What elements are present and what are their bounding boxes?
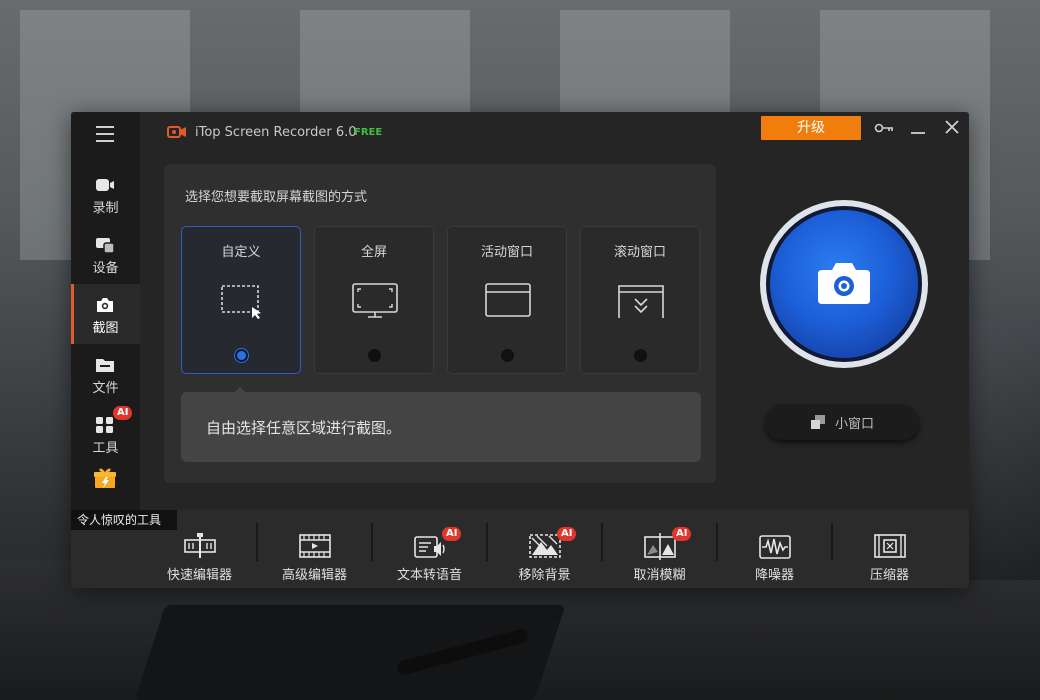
app-title: iTop Screen Recorder 6.0 — [195, 125, 357, 140]
ai-badge: AI — [557, 527, 577, 541]
mini-window-icon — [811, 415, 825, 429]
devices-icon — [96, 238, 115, 254]
tool-label: 取消模糊 — [633, 568, 686, 583]
tool-compressor[interactable]: 压缩器 — [832, 510, 947, 588]
advanced-editor-icon — [299, 534, 331, 558]
video-camera-icon — [96, 179, 114, 191]
camera-icon — [818, 263, 870, 304]
tool-advanced-editor[interactable]: 高级编辑器 — [257, 510, 372, 588]
sidebar-item-label: 文件 — [92, 381, 119, 396]
remove-background-icon — [529, 534, 561, 558]
tooltip: 令人惊叹的工具 — [71, 510, 177, 530]
mode-label: 活动窗口 — [480, 245, 533, 260]
edition-badge: FREE — [354, 127, 383, 138]
scrolling-window-icon — [618, 285, 664, 318]
mode-label: 自定义 — [221, 245, 261, 260]
mini-window-label: 小窗口 — [835, 417, 875, 432]
sidebar: 录制 设备 截图 文件 AI 工具 — [71, 112, 140, 510]
mode-custom[interactable]: 自定义 — [181, 226, 301, 374]
tools-grid-icon — [96, 417, 113, 433]
sidebar-item-devices[interactable]: 设备 — [71, 224, 140, 284]
sidebar-item-gift[interactable] — [71, 460, 140, 500]
mode-label: 全屏 — [360, 245, 387, 260]
sidebar-item-label: 设备 — [92, 261, 119, 276]
mode-radio[interactable] — [634, 349, 647, 362]
mode-scrolling-window[interactable]: 滚动窗口 — [580, 226, 700, 374]
key-icon[interactable] — [873, 118, 895, 138]
capture-button[interactable] — [760, 200, 928, 368]
sidebar-item-record[interactable]: 录制 — [71, 164, 140, 224]
tool-unblur[interactable]: AI 取消模糊 — [602, 510, 717, 588]
sidebar-item-tools[interactable]: AI 工具 — [71, 404, 140, 464]
mode-description-text: 自由选择任意区域进行截图。 — [206, 419, 402, 437]
minimize-icon[interactable] — [907, 118, 929, 138]
menu-icon[interactable] — [96, 126, 114, 142]
app-logo-icon — [167, 126, 186, 138]
compressor-icon — [874, 534, 906, 558]
screenshot-mode-panel: 选择您想要截取屏幕截图的方式 自定义 全屏 活动窗口 滚动窗口 自由选择任意区域… — [164, 164, 716, 483]
tool-label: 压缩器 — [869, 568, 909, 583]
mode-active-window[interactable]: 活动窗口 — [447, 226, 567, 374]
custom-region-icon — [221, 285, 261, 319]
mode-full-screen[interactable]: 全屏 — [314, 226, 434, 374]
active-window-icon — [485, 283, 531, 317]
ai-badge: AI — [672, 527, 692, 541]
tool-label: 高级编辑器 — [281, 568, 347, 583]
ai-badge: AI — [113, 406, 133, 420]
tool-label: 降噪器 — [754, 568, 794, 583]
mode-label: 滚动窗口 — [613, 245, 666, 260]
full-screen-icon — [352, 283, 398, 318]
upgrade-button[interactable]: 升级 — [761, 116, 861, 140]
unblur-icon — [644, 533, 676, 560]
tool-remove-background[interactable]: AI 移除背景 — [487, 510, 602, 588]
text-to-speech-icon — [414, 536, 445, 558]
sidebar-item-label: 录制 — [92, 201, 119, 216]
gift-icon — [94, 468, 116, 488]
tools-toolbar: 快速编辑器 高级编辑器 AI 文本转语音 AI 移除背景 AI 取消模糊 降噪器… — [71, 510, 969, 588]
denoiser-icon — [759, 535, 791, 559]
tool-label: 快速编辑器 — [166, 568, 232, 583]
mini-window-button[interactable]: 小窗口 — [765, 404, 919, 440]
tool-label: 文本转语音 — [396, 568, 462, 583]
tool-text-to-speech[interactable]: AI 文本转语音 — [372, 510, 487, 588]
sidebar-item-files[interactable]: 文件 — [71, 344, 140, 404]
tool-denoiser[interactable]: 降噪器 — [717, 510, 832, 588]
mode-radio[interactable] — [235, 349, 248, 362]
mode-radio[interactable] — [368, 349, 381, 362]
mode-description: 自由选择任意区域进行截图。 — [181, 392, 701, 462]
quick-editor-icon — [184, 533, 216, 558]
tool-label: 移除背景 — [518, 568, 571, 583]
folder-icon — [96, 359, 114, 372]
app-window: 录制 设备 截图 文件 AI 工具 令人惊叹的工具 iTop Screen Re… — [71, 112, 969, 588]
close-icon[interactable] — [941, 118, 963, 138]
camera-icon — [97, 298, 113, 312]
background-notebook — [134, 605, 566, 700]
mode-radio[interactable] — [501, 349, 514, 362]
sidebar-item-screenshot[interactable]: 截图 — [71, 284, 140, 344]
mode-prompt: 选择您想要截取屏幕截图的方式 — [185, 190, 368, 205]
sidebar-item-label: 截图 — [92, 321, 119, 336]
ai-badge: AI — [442, 527, 462, 541]
sidebar-item-label: 工具 — [92, 441, 119, 456]
